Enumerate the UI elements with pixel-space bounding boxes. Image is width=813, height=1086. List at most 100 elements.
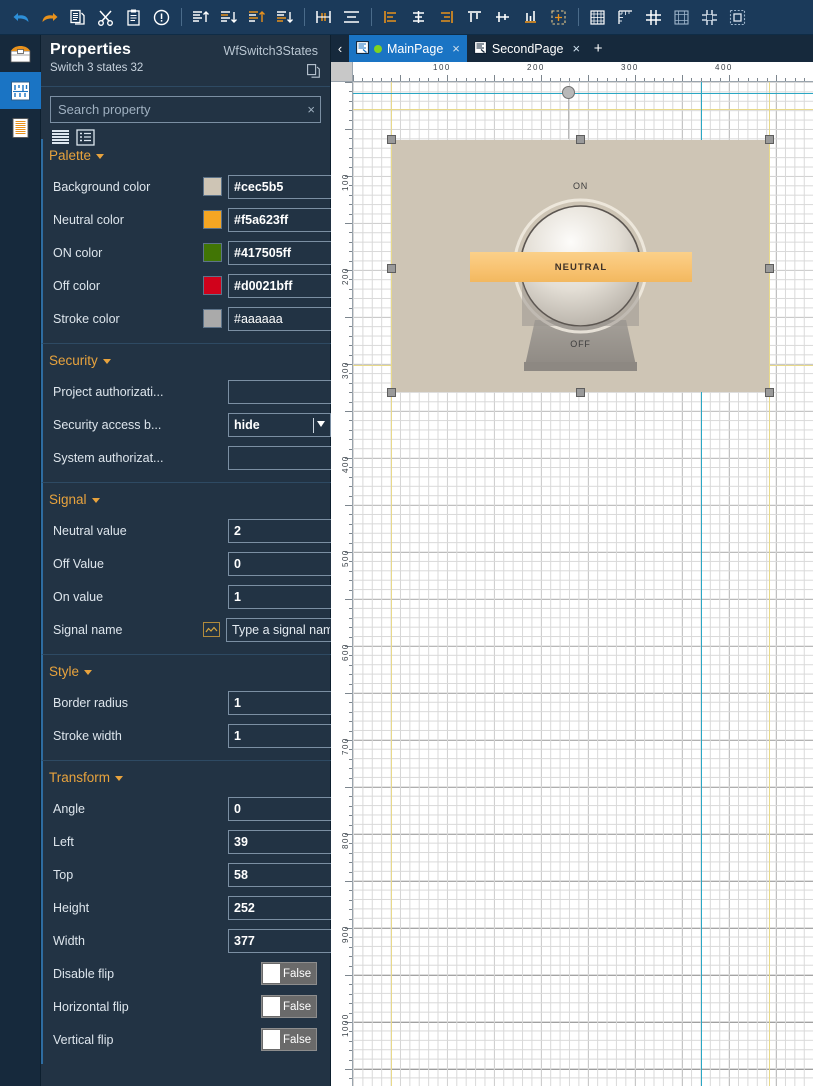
cut-scissors-icon[interactable] [92,4,118,30]
neutral-color-field[interactable] [228,207,331,232]
stroke-width-field[interactable] [228,723,331,748]
checkbox[interactable] [263,1030,280,1049]
height-field[interactable] [228,895,331,920]
section-header-palette[interactable]: Palette [43,139,331,170]
tab-secondpage[interactable]: SecondPage × [467,35,587,62]
resize-handle-top-left[interactable] [387,135,396,144]
ruler-tick [349,730,352,732]
redo-icon[interactable] [36,4,62,30]
section-header-signal[interactable]: Signal [43,483,331,514]
color-swatch[interactable] [203,243,222,262]
signal-name-field[interactable] [226,617,331,642]
checkbox[interactable] [263,997,280,1016]
border-radius-field[interactable] [228,690,331,715]
resize-handle-middle-right[interactable] [765,264,774,273]
horizontal-flip-toggle[interactable]: False [261,995,317,1018]
ruler-tick [349,382,352,384]
properties-scroll-area[interactable]: Palette Background color Neutral color O… [41,139,331,1086]
left-field[interactable] [228,829,331,854]
property-label: Horizontal flip [53,999,129,1014]
align-bottom-icon[interactable] [215,4,241,30]
resize-handle-top-center[interactable] [576,135,585,144]
info-circle-icon[interactable] [148,4,174,30]
align-center-icon[interactable] [405,4,431,30]
section-header-style[interactable]: Style [43,655,331,686]
snap-grid-icon[interactable] [696,4,722,30]
distribute-horizontal-icon[interactable] [310,4,336,30]
color-swatch[interactable] [203,276,222,295]
application-window: Properties WfSwitch3States Switch 3 stat… [0,0,813,1086]
align-right-icon[interactable] [433,4,459,30]
sidebar-item-properties[interactable] [0,72,41,109]
ruler-icon[interactable] [612,4,638,30]
copy-icon[interactable] [64,4,90,30]
checkbox[interactable] [263,964,280,983]
width-field[interactable] [228,928,331,953]
disable-flip-toggle[interactable]: False [261,962,317,985]
resize-handle-bottom-left[interactable] [387,388,396,397]
align-vertical-start-icon[interactable] [243,4,269,30]
grid-fine-icon[interactable] [584,4,610,30]
resize-handle-middle-left[interactable] [387,264,396,273]
on-value-field[interactable] [228,584,331,609]
ruler-tick [362,78,364,81]
resize-handle-top-right[interactable] [765,135,774,144]
stroke-color-field[interactable] [228,306,331,331]
system-authorization-field[interactable] [228,445,331,470]
neutral-value-field[interactable] [228,518,331,543]
close-icon[interactable]: × [307,101,315,118]
security-access-behaviour-select[interactable]: hide [228,412,331,437]
vertical-flip-toggle[interactable]: False [261,1028,317,1051]
search-input[interactable] [50,96,321,123]
align-top-icon[interactable] [187,4,213,30]
off-color-field[interactable] [228,273,331,298]
align-baseline-icon[interactable] [517,4,543,30]
grid-coarse-icon[interactable] [640,4,666,30]
property-row: Project authorizati... [43,375,331,408]
rotation-handle[interactable] [562,86,575,99]
signal-waveform-icon[interactable] [203,622,220,637]
project-authorization-field[interactable] [228,379,331,404]
tab-mainpage[interactable]: MainPage × [349,35,467,62]
align-top-edges-icon[interactable] [461,4,487,30]
ruler-tick [635,75,636,81]
angle-field[interactable] [228,796,331,821]
on-color-field[interactable] [228,240,331,265]
horizontal-ruler[interactable]: 100 200 300 400 [353,62,813,82]
vertical-ruler[interactable]: 100 200 300 400 500 600 700 800 900 1000 [331,82,353,1086]
distribute-vertical-icon[interactable] [338,4,364,30]
paste-clipboard-icon[interactable] [120,4,146,30]
color-swatch[interactable] [203,177,222,196]
tab-scroll-left-button[interactable]: ‹ [331,35,349,62]
undo-icon[interactable] [8,4,34,30]
ruler-label: 200 [527,63,545,72]
ruler-tick [349,476,352,478]
close-icon[interactable]: × [452,41,460,56]
resize-handle-bottom-right[interactable] [765,388,774,397]
group-selection-icon[interactable] [724,4,750,30]
align-middle-icon[interactable] [489,4,515,30]
chevron-down-icon [115,776,124,781]
background-color-field[interactable] [228,174,331,199]
sidebar-item-layers[interactable] [0,109,41,146]
color-swatch[interactable] [203,210,222,229]
align-left-icon[interactable] [377,4,403,30]
duplicate-icon[interactable] [307,64,320,83]
ruler-tick [349,946,352,948]
color-swatch[interactable] [203,309,222,328]
add-page-button[interactable]: + [587,35,609,62]
design-canvas[interactable]: ON NEUTRAL OFF [353,82,813,1086]
off-value-field[interactable] [228,551,331,576]
grid-dots-icon[interactable] [668,4,694,30]
switch-3-states-widget[interactable]: ON NEUTRAL OFF [387,135,774,397]
section-header-transform[interactable]: Transform [43,761,331,792]
section-header-security[interactable]: Security [43,344,331,375]
align-vertical-end-icon[interactable] [271,4,297,30]
close-icon[interactable]: × [572,41,580,56]
fit-selection-icon[interactable] [545,4,571,30]
ruler-tick [349,909,352,911]
resize-handle-bottom-center[interactable] [576,388,585,397]
top-field[interactable] [228,862,331,887]
sidebar-item-toolbox[interactable] [0,35,41,72]
ruler-tick [597,78,599,81]
